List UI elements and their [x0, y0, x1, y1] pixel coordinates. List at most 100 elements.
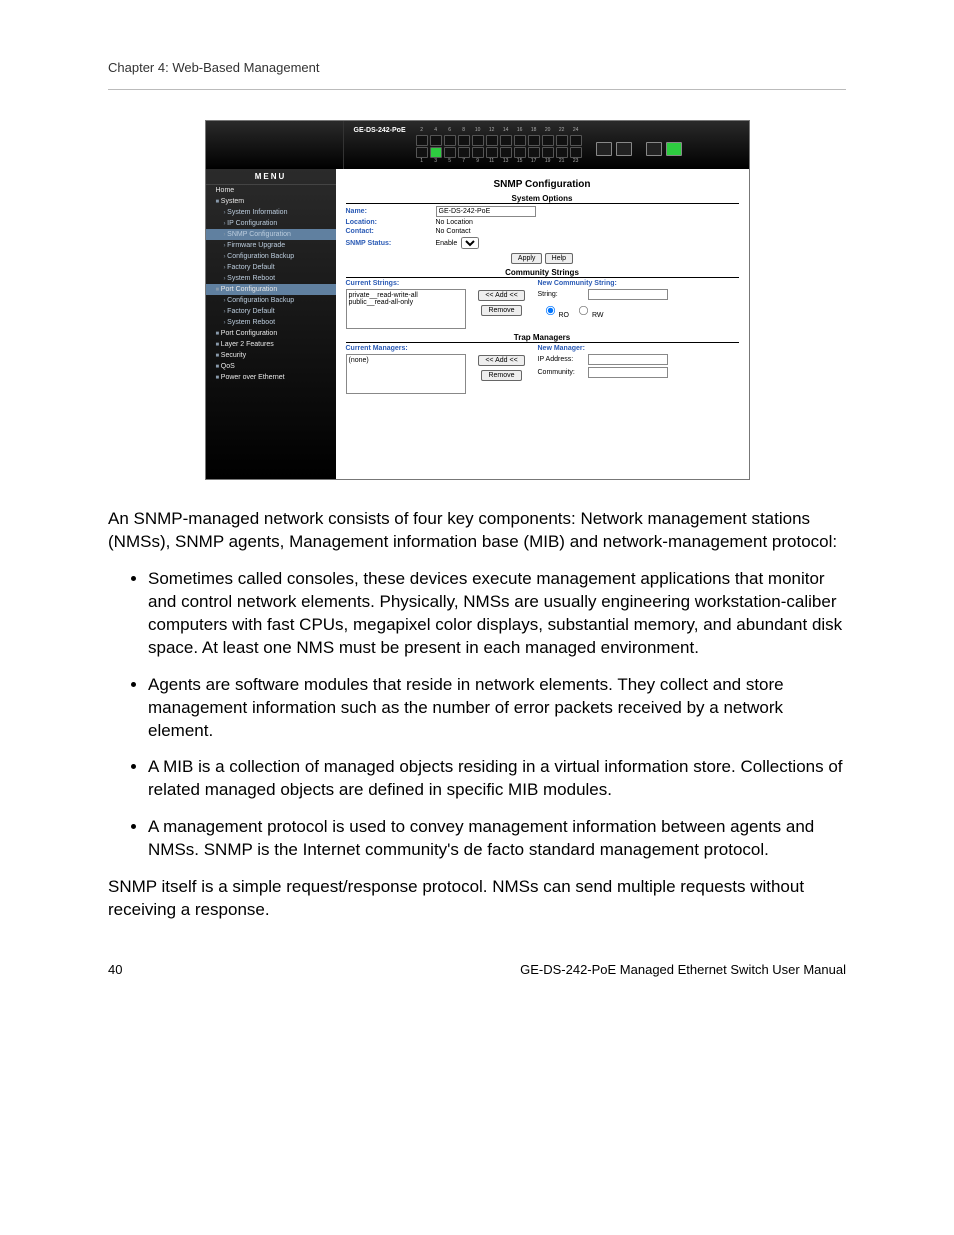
community-input[interactable] — [588, 367, 668, 378]
menu-item-system[interactable]: System — [206, 196, 336, 207]
menu-item-factory-default[interactable]: Factory Default — [206, 306, 336, 317]
port — [430, 147, 442, 158]
name-label: Name: — [346, 208, 436, 215]
trap-remove-button[interactable]: Remove — [481, 370, 521, 381]
body-text: An SNMP-managed network consists of four… — [108, 508, 846, 922]
port — [472, 147, 484, 158]
menu-item-system-reboot[interactable]: System Reboot — [206, 273, 336, 284]
contact-label: Contact: — [346, 228, 436, 235]
intro-paragraph: An SNMP-managed network consists of four… — [108, 508, 846, 554]
name-input[interactable] — [436, 206, 536, 217]
port-bottom-numbers: 1357911131517192123 — [416, 158, 582, 164]
port — [458, 135, 470, 146]
port — [472, 135, 484, 146]
page-footer: 40 GE-DS-242-PoE Managed Ethernet Switch… — [108, 962, 846, 977]
menu-item-configuration-backup[interactable]: Configuration Backup — [206, 251, 336, 262]
ip-label: IP Address: — [538, 356, 588, 363]
snmp-status-label: SNMP Status: — [346, 240, 436, 247]
menu-item-power-over-ethernet[interactable]: Power over Ethernet — [206, 372, 336, 383]
menu-item-system-information[interactable]: System Information — [206, 207, 336, 218]
port — [542, 147, 554, 158]
page-title: SNMP Configuration — [346, 179, 739, 190]
menu-item-home[interactable]: Home — [206, 185, 336, 196]
community-label: Community: — [538, 369, 588, 376]
menu-item-security[interactable]: Security — [206, 350, 336, 361]
trap-heading: Trap Managers — [346, 333, 739, 343]
port — [500, 147, 512, 158]
menu-item-system-reboot[interactable]: System Reboot — [206, 317, 336, 328]
menu-title: MENU — [206, 169, 336, 185]
menu-item-factory-default[interactable]: Factory Default — [206, 262, 336, 273]
menu-item-ip-configuration[interactable]: IP Configuration — [206, 218, 336, 229]
community-heading: Community Strings — [346, 268, 739, 278]
list-item-mib: A MIB is a collection of managed objects… — [148, 756, 846, 802]
rw-label: RW — [592, 312, 604, 319]
ro-radio[interactable] — [545, 306, 554, 315]
location-label: Location: — [346, 219, 436, 226]
new-manager-label: New Manager: — [538, 345, 739, 352]
trap-add-button[interactable]: << Add << — [478, 355, 524, 366]
manual-title: GE-DS-242-PoE Managed Ethernet Switch Us… — [520, 962, 846, 977]
string-input[interactable] — [588, 289, 668, 300]
ip-input[interactable] — [588, 354, 668, 365]
port — [514, 135, 526, 146]
port — [528, 135, 540, 146]
sfp-port — [646, 142, 662, 156]
menu-item-qos[interactable]: QoS — [206, 361, 336, 372]
port-row-bottom — [416, 147, 582, 158]
page-number: 40 — [108, 962, 122, 977]
string-label: String: — [538, 291, 588, 298]
divider — [108, 89, 846, 90]
port-block: 24681012141618202224 1357911131517192123 — [416, 127, 582, 164]
port — [528, 147, 540, 158]
component-list: Sometimes called consoles, these devices… — [108, 568, 846, 862]
current-managers-list[interactable]: (none) — [346, 354, 466, 394]
community-add-button[interactable]: << Add << — [478, 290, 524, 301]
sfp-port-active — [666, 142, 682, 156]
port-top-numbers: 24681012141618202224 — [416, 127, 582, 133]
help-button[interactable]: Help — [545, 253, 573, 264]
port — [514, 147, 526, 158]
contact-value: No Contact — [436, 228, 471, 235]
device-header: GE-DS-242-PoE 24681012141618202224 13579… — [206, 121, 749, 169]
menu-item-port-configuration[interactable]: Port Configuration — [206, 284, 336, 295]
rw-radio[interactable] — [579, 306, 588, 315]
menu-item-configuration-backup[interactable]: Configuration Backup — [206, 295, 336, 306]
chapter-header: Chapter 4: Web-Based Management — [108, 60, 846, 75]
port — [570, 135, 582, 146]
menu-panel: MENU HomeSystemSystem InformationIP Conf… — [206, 169, 336, 479]
menu-item-port-configuration[interactable]: Port Configuration — [206, 328, 336, 339]
current-managers-label: Current Managers: — [346, 345, 466, 352]
system-options-heading: System Options — [346, 194, 739, 204]
content-panel: SNMP Configuration System Options Name: … — [336, 169, 749, 479]
sfp-port — [616, 142, 632, 156]
port — [556, 135, 568, 146]
ro-label: RO — [559, 312, 570, 319]
list-item-nms: Sometimes called consoles, these devices… — [148, 568, 846, 660]
apply-button[interactable]: Apply — [511, 253, 543, 264]
location-value: No Location — [436, 219, 473, 226]
port-row-top — [416, 135, 582, 146]
snmp-status-text: Enable — [436, 240, 458, 247]
port — [500, 135, 512, 146]
new-community-label: New Community String: — [538, 280, 739, 287]
port — [430, 135, 442, 146]
sfp-block — [596, 142, 682, 156]
port — [542, 135, 554, 146]
list-item-agents: Agents are software modules that reside … — [148, 674, 846, 743]
snmp-config-screenshot: GE-DS-242-PoE 24681012141618202224 13579… — [205, 120, 750, 480]
current-strings-list[interactable]: private__read-write-all public__read-all… — [346, 289, 466, 329]
header-blank — [214, 121, 344, 169]
port — [486, 135, 498, 146]
community-remove-button[interactable]: Remove — [481, 305, 521, 316]
menu-item-layer-2-features[interactable]: Layer 2 Features — [206, 339, 336, 350]
device-name-label: GE-DS-242-PoE — [354, 121, 406, 134]
list-item-protocol: A management protocol is used to convey … — [148, 816, 846, 862]
sfp-port — [596, 142, 612, 156]
snmp-paragraph: SNMP itself is a simple request/response… — [108, 876, 846, 922]
port — [486, 147, 498, 158]
snmp-status-select[interactable] — [461, 237, 479, 249]
menu-item-snmp-configuration[interactable]: SNMP Configuration — [206, 229, 336, 240]
menu-item-firmware-upgrade[interactable]: Firmware Upgrade — [206, 240, 336, 251]
port-graphic — [416, 135, 582, 158]
